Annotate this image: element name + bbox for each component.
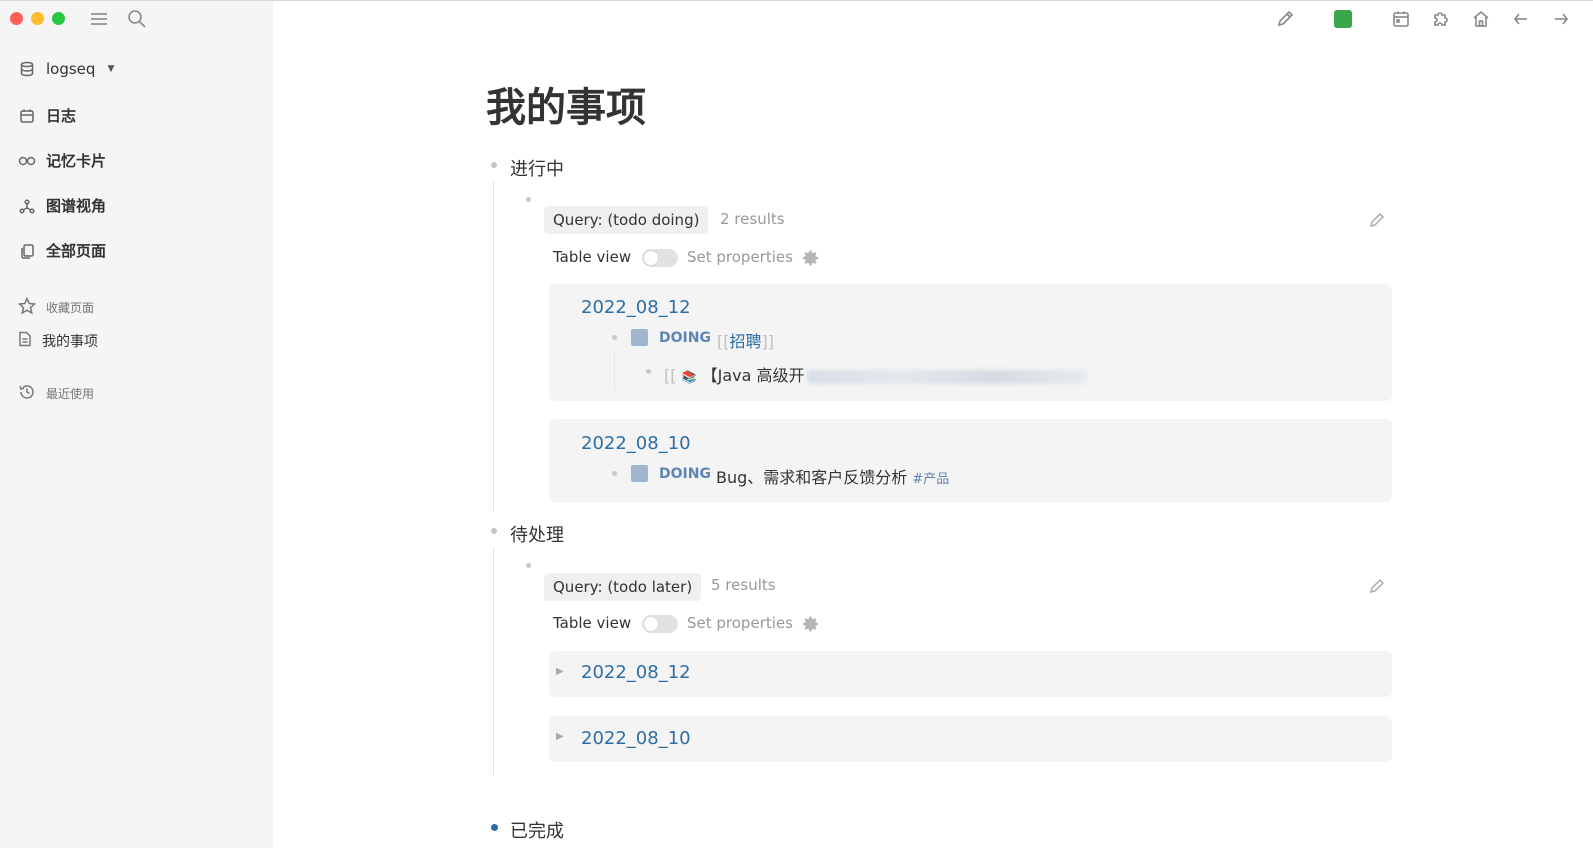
block-bullet[interactable] — [526, 563, 531, 568]
sidebar-item-label: 记忆卡片 — [46, 152, 107, 170]
sidebar-item-journals[interactable]: 日志 — [18, 105, 76, 126]
database-icon — [18, 60, 36, 78]
sidebar-item-graph-view[interactable]: 图谱视角 — [18, 195, 106, 216]
block-guide-line — [493, 181, 494, 511]
history-icon — [18, 383, 36, 404]
set-properties-button[interactable]: Set properties — [687, 248, 793, 266]
home-icon[interactable] — [1469, 7, 1493, 31]
block-bullet[interactable] — [612, 335, 617, 340]
sidebar-item-label: 我的事项 — [42, 334, 98, 350]
chevron-down-icon: ▼ — [107, 64, 115, 74]
search-icon[interactable] — [126, 8, 148, 30]
ref-bracket-close: ]] — [761, 332, 774, 351]
star-icon — [17, 296, 37, 318]
page-icon — [18, 331, 32, 351]
journal-date-link[interactable]: 2022_08_10 — [581, 728, 691, 749]
block-bullet[interactable] — [491, 528, 497, 534]
gear-icon[interactable] — [802, 615, 820, 633]
query-results-count: 5 results — [711, 576, 776, 594]
ref-bracket-open: [[ — [664, 366, 677, 385]
maximize-window-button[interactable] — [52, 12, 65, 25]
sync-status-icon — [1334, 10, 1352, 28]
task-checkbox[interactable] — [631, 329, 648, 346]
section-label-doing: 进行中 — [510, 159, 564, 180]
table-view-label: Table view — [553, 248, 632, 266]
edit-query-icon[interactable] — [1368, 577, 1386, 595]
query-chip[interactable]: Query: (todo doing) — [544, 206, 709, 234]
sidebar-item-label: 图谱视角 — [46, 197, 107, 215]
collapsed-block-bullet[interactable] — [491, 824, 498, 831]
sidebar-item-all-pages[interactable]: 全部页面 — [18, 240, 106, 261]
logseq-window: logseq ▼ 日志 记忆卡片 图谱视角 全部页面 收藏页面 我的事项 最近使… — [0, 0, 1593, 848]
window-controls — [10, 12, 65, 25]
books-emoji-icon: 📚 — [681, 370, 697, 384]
favorites-header: 收藏页面 — [17, 296, 95, 318]
task-text: Bug、需求和客户反馈分析 #产品 — [716, 464, 949, 488]
task-marker[interactable]: DOING — [659, 330, 711, 346]
graph-icon — [18, 197, 36, 215]
block-bullet[interactable] — [491, 162, 497, 168]
task-marker[interactable]: DOING — [659, 466, 711, 482]
minimize-window-button[interactable] — [31, 12, 44, 25]
graph-name: logseq — [46, 60, 96, 78]
journal-date-link[interactable]: 2022_08_10 — [581, 433, 691, 454]
gear-icon[interactable] — [802, 249, 820, 267]
journal-date-link[interactable]: 2022_08_12 — [581, 297, 691, 318]
query-result-group — [549, 419, 1392, 502]
ref-bracket-open: [[ — [717, 332, 730, 351]
sidebar-item-label: 全部页面 — [46, 242, 107, 260]
sidebar-top-icons — [88, 8, 148, 30]
sidebar-item-label: 日志 — [46, 107, 77, 125]
pages-icon — [18, 242, 36, 260]
arrow-left-icon[interactable] — [1509, 7, 1533, 31]
table-view-label: Table view — [553, 614, 632, 632]
top-toolbar — [1273, 7, 1573, 31]
tag-link[interactable]: #产品 — [912, 472, 949, 487]
redacted-text — [806, 369, 1087, 384]
arrow-right-icon[interactable] — [1549, 7, 1573, 31]
calendar-icon[interactable] — [1389, 7, 1413, 31]
recent-label: 最近使用 — [46, 387, 95, 401]
puzzle-icon[interactable] — [1429, 7, 1453, 31]
ref-link-text[interactable]: 招聘 — [729, 332, 761, 351]
close-window-button[interactable] — [10, 12, 23, 25]
favorites-label: 收藏页面 — [46, 301, 95, 315]
sidebar-item-favorite-page[interactable]: 我的事项 — [18, 331, 98, 351]
page-title: 我的事项 — [486, 85, 646, 131]
block-guide-line — [493, 547, 494, 775]
query-chip[interactable]: Query: (todo later) — [544, 573, 702, 601]
journal-date-link[interactable]: 2022_08_12 — [581, 662, 691, 683]
infinity-icon — [18, 152, 36, 170]
chevron-right-icon[interactable]: ▶ — [556, 666, 564, 677]
recent-header: 最近使用 — [18, 383, 94, 404]
block-bullet[interactable] — [526, 197, 531, 202]
chevron-right-icon[interactable]: ▶ — [556, 731, 564, 742]
left-sidebar: logseq ▼ 日志 记忆卡片 图谱视角 全部页面 收藏页面 我的事项 最近使… — [0, 1, 273, 848]
table-view-toggle[interactable] — [642, 615, 678, 633]
page-reference[interactable]: [[招聘]] — [717, 328, 774, 352]
sidebar-item-flashcards[interactable]: 记忆卡片 — [18, 150, 106, 171]
set-properties-button[interactable]: Set properties — [687, 614, 793, 632]
section-label-later: 待处理 — [510, 525, 564, 546]
calendar-icon — [18, 107, 36, 125]
graph-selector[interactable]: logseq ▼ — [18, 60, 114, 78]
child-block-text: 【Java 高级开 — [701, 366, 805, 385]
sync-status-button[interactable] — [1331, 7, 1355, 31]
edit-pencil-icon[interactable] — [1273, 7, 1297, 31]
task-checkbox[interactable] — [631, 465, 648, 482]
table-view-toggle[interactable] — [642, 249, 678, 267]
task-title: Bug、需求和客户反馈分析 — [716, 468, 908, 487]
query-results-count: 2 results — [720, 210, 785, 228]
edit-query-icon[interactable] — [1368, 211, 1386, 229]
block-bullet[interactable] — [646, 369, 651, 374]
block-guide-line — [614, 351, 615, 391]
child-block[interactable]: [[ 📚 【Java 高级开 — [664, 362, 1087, 386]
section-label-done: 已完成 — [510, 821, 564, 842]
block-bullet[interactable] — [612, 471, 617, 476]
menu-icon[interactable] — [88, 8, 110, 30]
